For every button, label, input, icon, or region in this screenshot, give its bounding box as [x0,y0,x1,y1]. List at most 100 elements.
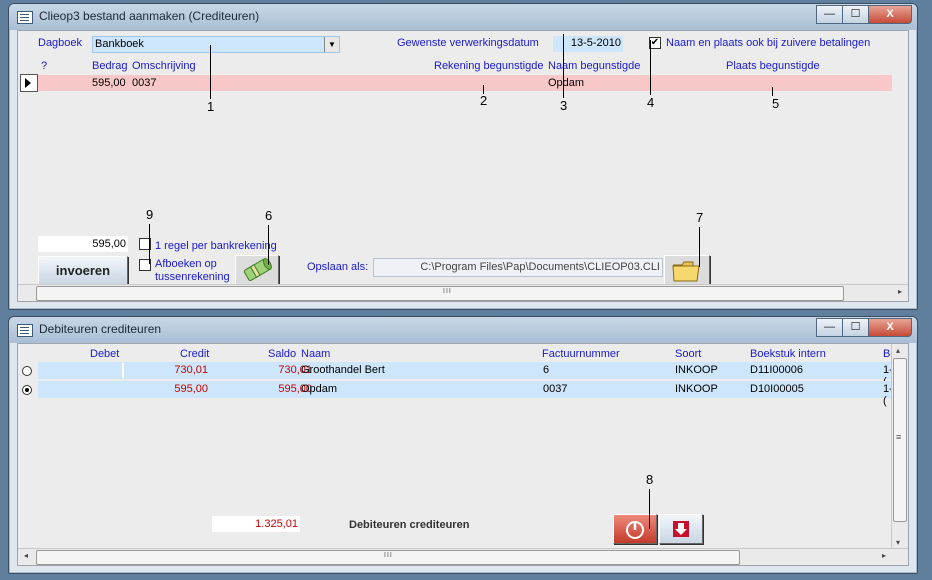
debcred-window: Debiteuren crediteuren — ☐ X Debet Credi… [8,316,918,574]
col-saldo: Saldo [268,348,297,360]
footer-title: Debiteuren crediteuren [349,519,470,531]
debcred-window-title: Debiteuren crediteuren [39,322,162,336]
annotation-8: 8 [646,472,654,487]
header-rekening: Rekening begunstigde [434,60,544,72]
scroll-up-icon[interactable]: ▴ [896,346,900,355]
scroll-right-icon[interactable]: ▸ [882,551,886,560]
horizontal-scrollbar[interactable]: ◂ III ▸ [18,548,908,565]
clieop-window-title: Clieop3 bestand aanmaken (Crediteuren) [39,9,260,23]
annotation-line-5 [772,87,773,96]
scroll-grip-icon: III [384,552,393,559]
datum-label: Gewenste verwerkingsdatum [397,37,539,49]
col-debet: Debet [90,348,120,360]
form-icon [17,324,33,337]
horizontal-scrollbar[interactable]: III ▸ [18,284,908,301]
dagboek-label: Dagboek [38,37,83,49]
row-radio[interactable] [22,366,32,376]
record-selector[interactable] [20,74,38,92]
clieop-titlebar: Clieop3 bestand aanmaken (Crediteuren) —… [9,4,917,30]
scroll-left-icon[interactable]: ◂ [24,551,28,560]
close-button[interactable]: X [868,318,912,337]
annotation-line-4 [650,40,651,95]
debcred-titlebar: Debiteuren crediteuren — ☐ X [9,317,917,343]
annotation-2: 2 [480,93,488,108]
dagboek-select[interactable]: Bankboek ▼ [92,36,340,53]
header-question: ? [41,60,48,72]
col-factuurnummer: Factuurnummer [542,348,620,360]
annotation-7: 7 [696,210,704,225]
browse-folder-button[interactable] [664,255,710,286]
download-arrow-icon [673,521,689,537]
table-row[interactable]: 595,00 595,00 Opdam 0037 INKOOP D10I0000… [38,381,893,407]
col-soort: Soort [675,348,702,360]
col-credit: Credit [180,348,210,360]
cell-soort: INKOOP [675,364,718,376]
cell-boekstuk: D11I00006 [750,364,804,376]
total-field: 595,00 [38,236,128,252]
opslaan-label: Opslaan als: [307,261,369,273]
header-omschrijving: Omschrijving [132,60,196,72]
minimize-button[interactable]: — [816,5,843,24]
regel-label: 1 regel per bankrekening [155,240,277,252]
total-value: 595,00 [92,238,126,250]
money-button[interactable] [235,255,279,286]
vscroll-grip-icon: ≡ [896,432,902,442]
annotation-line-3 [563,34,564,98]
header-plaats: Plaats begunstigde [726,60,820,72]
cell-naam: Opdam [301,383,338,395]
scrollbar-thumb[interactable] [36,286,844,301]
table-row[interactable]: 595,00 0037 Opdam [38,75,892,91]
cell-soort: INKOOP [675,383,718,395]
annotation-line-8 [649,489,650,529]
annotation-4: 4 [647,95,655,110]
annotation-3: 3 [560,98,568,113]
cell-divider [122,363,124,378]
clieop-client-area: Dagboek Bankboek ▼ Gewenste verwerkingsd… [17,30,909,302]
scroll-grip-icon: III [443,288,452,295]
stop-button[interactable] [613,514,657,544]
close-button[interactable]: X [868,5,912,24]
annotation-line-9 [149,224,150,264]
power-icon [626,521,644,539]
opslaan-path-field[interactable]: C:\Program Files\Pap\Documents\CLIEOP03.… [373,258,663,277]
cell-naam: Groothandel Bert [301,364,385,376]
maximize-button[interactable]: ☐ [842,318,869,337]
cell-factuur: 6 [543,364,550,376]
annotation-line-2 [483,85,484,94]
afboeken-label-line2: tussenrekening [155,271,230,283]
invoeren-button[interactable]: invoeren [38,256,128,285]
naam-plaats-label: Naam en plaats ook bij zuivere betalinge… [666,37,871,49]
form-icon [17,11,33,24]
row-omschrijving: 0037 [132,77,157,89]
folder-icon [672,261,700,282]
record-selector-arrow-icon [25,78,31,88]
header-naam: Naam begunstigde [548,60,641,72]
datum-value: 13-5-2010 [570,37,621,49]
row-naam: Opdam [548,77,585,89]
vertical-scrollbar[interactable]: ▴ ≡ ▾ [891,344,908,549]
cell-credit: 730,01 [174,364,208,376]
cell-factuur: 0037 [543,383,568,395]
row-radio-selected[interactable] [22,385,32,395]
table-row[interactable]: 730,01 730,01 Groothandel Bert 6 INKOOP … [38,362,893,388]
annotation-line-7 [699,227,700,267]
clieop-window: Clieop3 bestand aanmaken (Crediteuren) —… [8,3,918,310]
maximize-button[interactable]: ☐ [842,5,869,24]
minimize-button[interactable]: — [816,318,843,337]
chevron-down-icon[interactable]: ▼ [324,37,339,52]
cell-boekstuk: D10I00005 [750,383,804,395]
total-credit-field: 1.325,01 [212,516,300,532]
annotation-1: 1 [207,99,215,114]
download-button[interactable] [659,514,703,544]
annotation-6: 6 [265,208,273,223]
annotation-line-6 [268,225,269,265]
annotation-line-1 [210,45,211,99]
scroll-down-icon[interactable]: ▾ [896,538,900,547]
opslaan-path-value: C:\Program Files\Pap\Documents\CLIEOP03.… [420,261,660,273]
col-naam: Naam [301,348,331,360]
invoeren-label: invoeren [55,263,111,278]
annotation-9: 9 [146,207,154,222]
total-credit-value: 1.325,01 [255,518,298,530]
annotation-5: 5 [772,96,780,111]
scroll-right-icon[interactable]: ▸ [898,287,902,296]
